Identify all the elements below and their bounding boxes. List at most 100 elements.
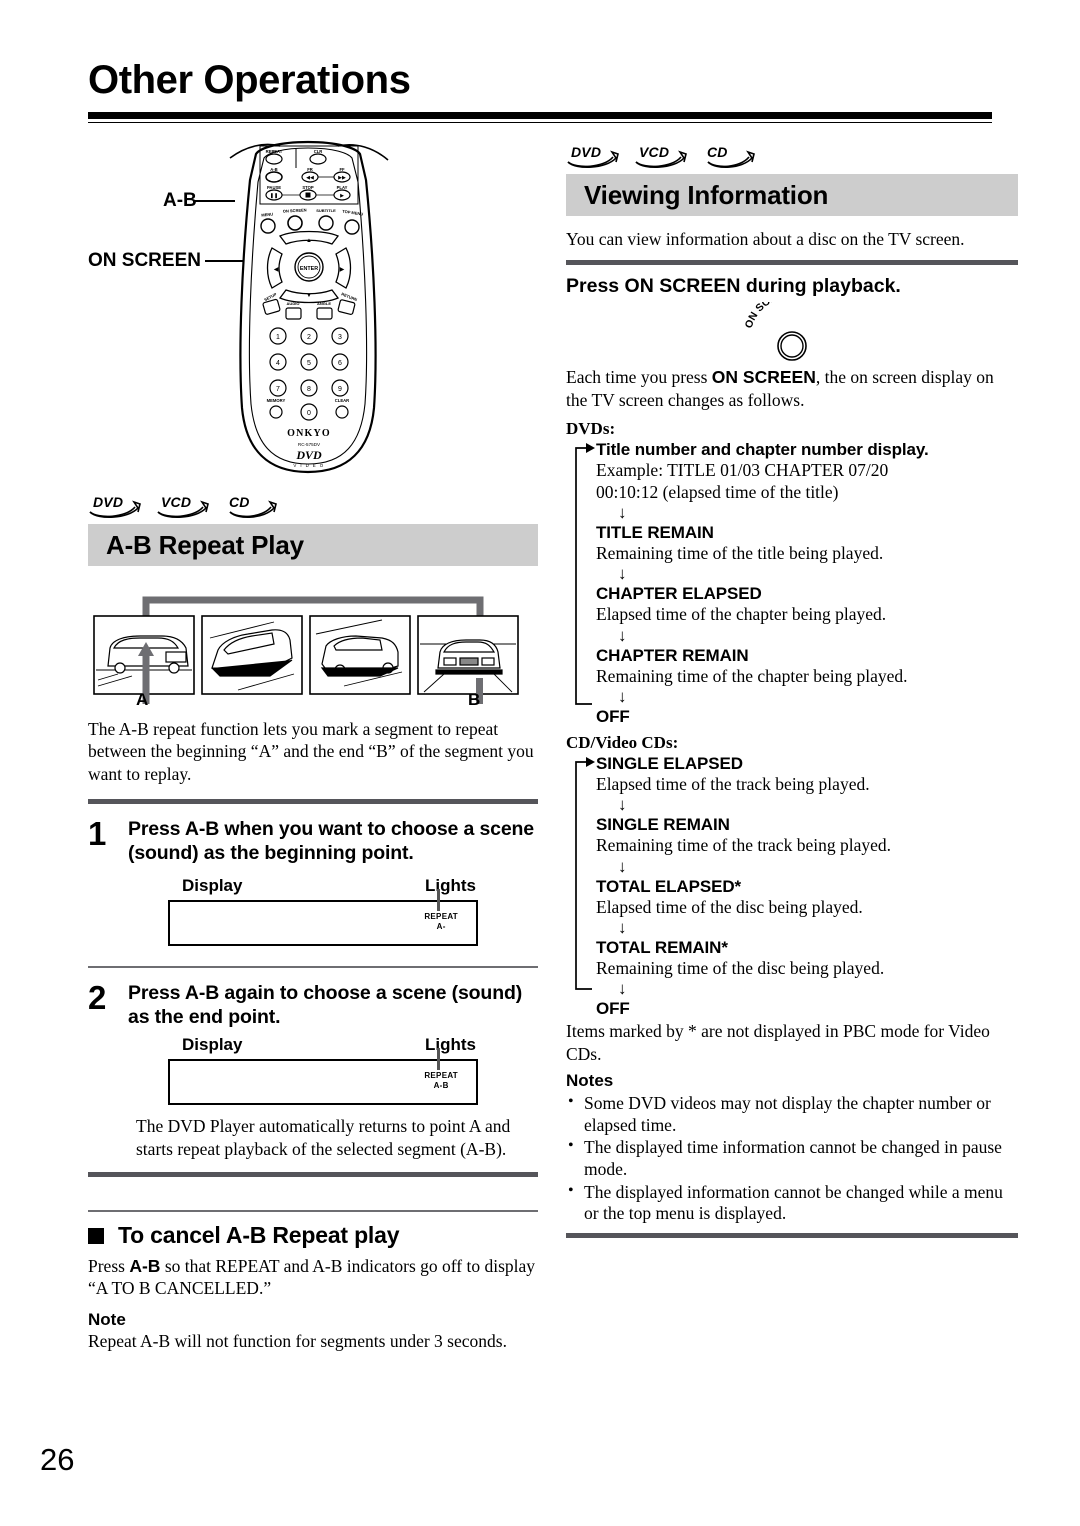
svg-text:6: 6: [338, 360, 342, 367]
dvd-flow-group: DVDs: Title number and chapter number di…: [566, 419, 1018, 727]
page-number: 26: [40, 1442, 75, 1477]
ab-repeat-intro: The A-B repeat function lets you mark a …: [88, 719, 534, 784]
notes-list: Some DVD videos may not display the chap…: [566, 1092, 1018, 1225]
svg-text:▲: ▲: [306, 238, 312, 244]
section-heading-text: A-B Repeat Play: [106, 529, 304, 560]
dvd-flow-list: Title number and chapter number display.…: [566, 440, 1018, 727]
cd-flow-list: SINGLE ELAPSED Elapsed time of the track…: [566, 754, 1018, 1019]
disc-badge-vcd: VCD: [156, 494, 212, 520]
onscreen-button-figure: ON SCREEN: [732, 288, 852, 364]
onscreen-button-svg: ON SCREEN: [743, 288, 807, 362]
repeat-indicator-line2: A-: [436, 921, 446, 931]
pbc-footnote: Items marked by * are not displayed in P…: [566, 1021, 990, 1064]
dvd-flow-item-title: OFF: [596, 706, 630, 726]
flow-down-arrow-icon: ↓: [618, 625, 627, 645]
disc-badge-vcd: VCD: [634, 144, 690, 170]
step-2: 2 Press A-B again to choose a scene (sou…: [88, 978, 538, 1030]
remote-illustration: REPEAT CLR A-B FR ◀◀ FF ▶▶ PAUSE ❚❚ STOP: [229, 140, 389, 474]
disc-badge-label: DVD: [93, 494, 124, 510]
svg-text:FF: FF: [339, 167, 345, 172]
disc-badge-dvd: DVD: [88, 494, 144, 520]
repeat-indicator: REPEAT A-B: [424, 1071, 458, 1091]
svg-text:▶: ▶: [340, 267, 345, 273]
svg-text:V I D E O: V I D E O: [293, 463, 324, 468]
dvd-flow-item-title: CHAPTER REMAIN: [596, 645, 749, 665]
disc-badge-label: CD: [229, 494, 250, 510]
cancel-subsection-heading: To cancel A-B Repeat play: [88, 1222, 538, 1249]
step-1-widget-labels: Display Lights: [168, 876, 478, 896]
flow-down-arrow-icon: ↓: [618, 856, 627, 876]
cd-flow-item-title: TOTAL REMAIN*: [596, 937, 728, 957]
step-2-display-widget: Display Lights REPEAT A-B: [168, 1035, 478, 1106]
repeat-indicator-line1: REPEAT: [424, 1071, 458, 1081]
press-onscreen-instruction: Press ON SCREEN during playback.: [566, 275, 901, 298]
divider: [88, 965, 538, 968]
cancel-text-before: Press: [88, 1256, 130, 1277]
flow-down-arrow-icon: ↓: [618, 564, 627, 584]
step-1-number: 1: [88, 815, 107, 853]
repeat-indicator-line2: A-B: [433, 1081, 449, 1091]
svg-text:ON SCREEN: ON SCREEN: [743, 302, 799, 330]
svg-text:REPEAT: REPEAT: [266, 149, 283, 154]
dvd-loop-connector-icon: [575, 443, 595, 706]
notes-heading: Notes: [566, 1071, 614, 1091]
ab-repeat-diagram-svg: [93, 596, 519, 704]
note-item: The displayed time information cannot be…: [566, 1136, 1018, 1180]
step-1-text: Press A-B when you want to choose a scen…: [128, 818, 534, 864]
ab-repeat-diagram: A B: [88, 582, 538, 709]
svg-text:ENTER: ENTER: [300, 266, 318, 272]
repeat-indicator-line1: REPEAT: [424, 911, 458, 921]
svg-text:7: 7: [276, 386, 280, 393]
divider: [88, 1172, 538, 1178]
title-rule-thin: [88, 122, 992, 123]
svg-text:ANGLE: ANGLE: [317, 301, 331, 306]
cancel-instructions: Press A-B so that REPEAT and A-B indicat…: [88, 1255, 538, 1300]
step-2-text: Press A-B again to choose a scene (sound…: [128, 981, 523, 1028]
svg-text:0: 0: [307, 410, 311, 417]
divider: [88, 799, 538, 805]
dvd-flow-item-desc: Remaining time of the title being played…: [596, 542, 884, 563]
lights-leader-line: [437, 1048, 440, 1071]
lights-leader-line: [437, 888, 440, 911]
dvd-flow-item-desc: Elapsed time of the chapter being played…: [596, 604, 887, 625]
viewing-info-intro: You can view information about a disc on…: [566, 229, 965, 249]
each-time-paragraph: Each time you press ON SCREEN, the on sc…: [566, 366, 1018, 411]
front-panel-display: REPEAT A-B: [168, 1048, 478, 1106]
svg-text:9: 9: [338, 386, 342, 393]
divider: [566, 1233, 1018, 1239]
each-time-bold: ON SCREEN: [711, 367, 816, 388]
svg-text:STOP: STOP: [302, 185, 314, 190]
square-bullet-icon: [88, 1227, 104, 1244]
svg-text:3: 3: [338, 334, 342, 341]
svg-text:DVD: DVD: [295, 448, 322, 462]
svg-text:FR: FR: [307, 167, 313, 172]
disc-badge-cd: CD: [224, 494, 280, 520]
repeat-indicator: REPEAT A-: [424, 912, 458, 932]
svg-text:RC-575DV: RC-575DV: [298, 442, 321, 447]
disc-badge-label: VCD: [161, 494, 192, 510]
cancel-note-heading: Note: [88, 1309, 126, 1329]
svg-text:▶: ▶: [340, 193, 344, 199]
flow-down-arrow-icon: ↓: [618, 502, 627, 522]
cancel-text-bold: A-B: [129, 1256, 161, 1277]
onscreen-button-label: ON SCREEN: [743, 288, 799, 331]
cd-loop-connector-icon: [575, 756, 595, 990]
dvd-flow-label: DVDs:: [566, 419, 616, 439]
cancel-note-text: Repeat A-B will not function for segment…: [88, 1330, 507, 1351]
diagram-marker-b: B: [468, 690, 481, 709]
disc-badge-cd: CD: [702, 144, 758, 170]
note-item: The displayed information cannot be chan…: [566, 1181, 1018, 1225]
svg-text:PAUSE: PAUSE: [267, 185, 281, 190]
disc-badge-label: VCD: [639, 144, 670, 160]
dvd-flow-item-desc: Remaining time of the chapter being play…: [596, 665, 908, 686]
remote-control-figure: A-B ON SCREEN REPEAT CLR A-B FR ◀◀ FF ▶▶…: [88, 140, 538, 490]
callout-label-ab: A-B: [163, 190, 197, 211]
svg-text:◀: ◀: [274, 267, 279, 273]
cd-flow-item-title: TOTAL ELAPSED*: [596, 876, 742, 896]
disc-badge-dvd: DVD: [566, 144, 622, 170]
step-2-widget-labels: Display Lights: [168, 1035, 478, 1055]
each-time-before: Each time you press: [566, 367, 712, 388]
disc-badge-label: CD: [707, 144, 728, 160]
step-2-number: 2: [88, 978, 107, 1016]
disc-badge-label: DVD: [571, 144, 602, 160]
